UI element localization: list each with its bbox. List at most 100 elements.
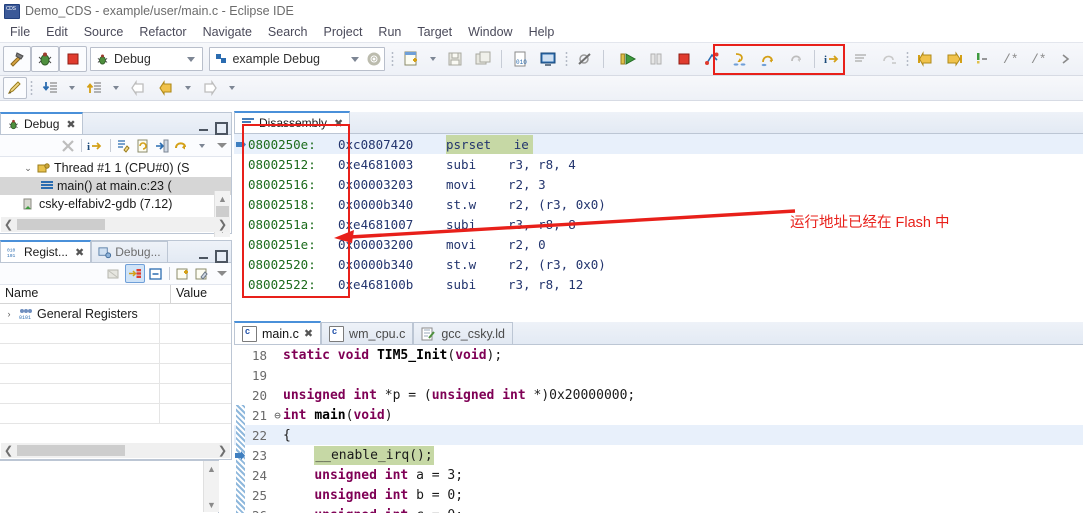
view-menu-icon[interactable] [217, 271, 227, 276]
close-icon[interactable]: ✖ [66, 118, 75, 131]
expand-all-button[interactable] [80, 75, 108, 101]
hscroll-right-arrow[interactable]: ❯ [215, 218, 230, 231]
tab-debug-secondary[interactable]: Debug... [91, 241, 167, 262]
tab-gcc-csky-ld[interactable]: gcc_csky.ld [413, 322, 513, 344]
history-prev-button[interactable] [152, 75, 180, 101]
code-line[interactable]: 19 [234, 365, 1083, 385]
open-binary-button[interactable]: 010 [506, 46, 534, 72]
collapse-dropdown-icon[interactable] [69, 86, 75, 90]
disassembly-line[interactable]: 08002520: 0x0000b340 st.w r2, (r3, 0x0) [234, 254, 1083, 274]
use-step-filters-button[interactable] [875, 46, 903, 72]
resume-icon[interactable] [173, 138, 191, 154]
toolbar-drag-handle-2[interactable] [565, 51, 568, 67]
tab-registers[interactable]: 010 101 Regist... ✖ [0, 240, 91, 262]
menu-window[interactable]: Window [460, 24, 520, 40]
twisty-icon[interactable]: ⌄ [22, 163, 34, 174]
maximize-icon[interactable] [213, 120, 227, 134]
history-next-button[interactable] [196, 75, 224, 101]
relaunch-icon[interactable] [135, 138, 151, 154]
show-type-names-button[interactable] [125, 264, 145, 283]
hscroll-right-arrow[interactable]: ❯ [215, 444, 230, 457]
toggle-edit-mode-button[interactable] [3, 77, 27, 99]
instruction-stepping-button[interactable]: i [819, 46, 847, 72]
tree-item-stack-frame[interactable]: main() at main.c:23 ( [0, 177, 231, 195]
minimize-icon[interactable] [197, 120, 211, 134]
debug-button[interactable] [31, 46, 59, 72]
resume-dropdown-icon[interactable] [199, 144, 205, 148]
history-back-button[interactable] [124, 75, 152, 101]
tree-item-thread[interactable]: ⌄ Thread #1 1 (CPU#0) (S [0, 159, 231, 177]
next-dropdown-icon[interactable] [229, 86, 235, 90]
cast-to-type-icon[interactable] [106, 266, 122, 282]
resume-button[interactable] [614, 46, 642, 72]
edit-source-lookup-icon[interactable] [116, 138, 132, 154]
terminate-debug-button[interactable] [670, 46, 698, 72]
registers-view-hscrollbar[interactable]: ❮ ❯ [1, 443, 230, 458]
step-over-button[interactable] [754, 46, 782, 72]
step-into-button[interactable] [726, 46, 754, 72]
prev-dropdown-icon[interactable] [185, 86, 191, 90]
save-all-button[interactable] [469, 46, 497, 72]
disassembly-line[interactable]: 08002518: 0x0000b340 st.w r2, (r3, 0x0) [234, 194, 1083, 214]
disassembly-content[interactable]: 0800250e: 0xc0807420 psrset ie 08002512:… [234, 134, 1083, 310]
scroll-up-arrow[interactable]: ▲ [215, 191, 230, 206]
close-icon[interactable]: ✖ [334, 117, 343, 130]
menu-file[interactable]: File [2, 24, 38, 40]
suspend-button[interactable] [642, 46, 670, 72]
bottom-left-vscrollbar[interactable]: ▲ ▼ [203, 461, 219, 512]
hscroll-left-arrow[interactable]: ❮ [1, 444, 16, 457]
menu-navigate[interactable]: Navigate [195, 24, 260, 40]
back-nav-button[interactable] [912, 46, 940, 72]
toolbar-drag-handle[interactable] [391, 51, 394, 67]
close-icon[interactable]: ✖ [75, 246, 84, 259]
disassembly-line[interactable]: 0800250e: 0xc0807420 psrset ie [234, 134, 1083, 154]
code-line[interactable]: 18 static void TIM5_Init(void); [234, 345, 1083, 365]
tree-item-gdb-process[interactable]: csky-elfabiv2-gdb (7.12) [0, 195, 231, 213]
tab-main-c[interactable]: main.c ✖ [234, 321, 321, 344]
column-header-name[interactable]: Name [0, 285, 171, 303]
menu-search[interactable]: Search [260, 24, 316, 40]
edit-register-group-icon[interactable] [194, 266, 210, 282]
skip-breakpoints-button[interactable] [571, 46, 599, 72]
code-line[interactable]: 24 unsigned int a = 3; [234, 465, 1083, 485]
new-register-group-icon[interactable] [175, 266, 191, 282]
new-file-dropdown-icon[interactable] [430, 57, 436, 61]
code-line[interactable]: 20 unsigned int *p = (unsigned int *)0x2… [234, 385, 1083, 405]
overflow-button[interactable] [1052, 46, 1080, 72]
column-header-value[interactable]: Value [171, 285, 231, 303]
perspective-dropdown[interactable]: Debug [90, 47, 203, 71]
menu-edit[interactable]: Edit [38, 24, 76, 40]
table-row[interactable]: › 0101 General Registers [0, 304, 231, 324]
new-file-button[interactable] [397, 46, 425, 72]
code-line[interactable]: 23 __enable_irq(); [234, 445, 1083, 465]
remove-all-terminated-icon[interactable] [60, 138, 76, 154]
disassembly-line[interactable]: 0800251a: 0xe4681007 subi r3, r8, 8 [234, 214, 1083, 234]
menu-target[interactable]: Target [409, 24, 460, 40]
code-line[interactable]: 22 { [234, 425, 1083, 445]
step-return-button[interactable] [782, 46, 810, 72]
editor-code-area[interactable]: 18 static void TIM5_Init(void); 19 20 un… [234, 345, 1083, 513]
launch-config-dropdown[interactable]: example Debug [209, 47, 385, 71]
disassembly-line[interactable]: 08002512: 0xe4681003 subi r3, r8, 4 [234, 154, 1083, 174]
drop-to-frame-button[interactable] [847, 46, 875, 72]
close-icon[interactable]: ✖ [304, 327, 313, 340]
collapse-all-button[interactable] [36, 75, 64, 101]
menu-refactor[interactable]: Refactor [131, 24, 194, 40]
menu-help[interactable]: Help [521, 24, 563, 40]
menu-source[interactable]: Source [76, 24, 132, 40]
comment-block-button[interactable]: /* [996, 46, 1024, 72]
scroll-up-arrow[interactable]: ▲ [204, 461, 219, 476]
disassembly-line[interactable]: 08002522: 0xe468100b subi r3, r8, 12 [234, 274, 1083, 294]
minimize-icon[interactable] [197, 248, 211, 262]
toolbar2-drag-handle[interactable] [30, 80, 33, 96]
build-button[interactable] [3, 46, 31, 72]
maximize-icon[interactable] [213, 248, 227, 262]
terminate-button[interactable] [59, 46, 87, 72]
view-menu-icon[interactable] [217, 143, 227, 148]
hscroll-left-arrow[interactable]: ❮ [1, 218, 16, 231]
code-line[interactable]: 25 unsigned int b = 0; [234, 485, 1083, 505]
code-line[interactable]: 21 ⊖ int main(void) [234, 405, 1083, 425]
debug-view-hscrollbar[interactable]: ❮ ❯ [1, 217, 230, 232]
gear-icon[interactable] [366, 51, 382, 67]
tab-wm-cpu-c[interactable]: wm_cpu.c [321, 322, 413, 344]
